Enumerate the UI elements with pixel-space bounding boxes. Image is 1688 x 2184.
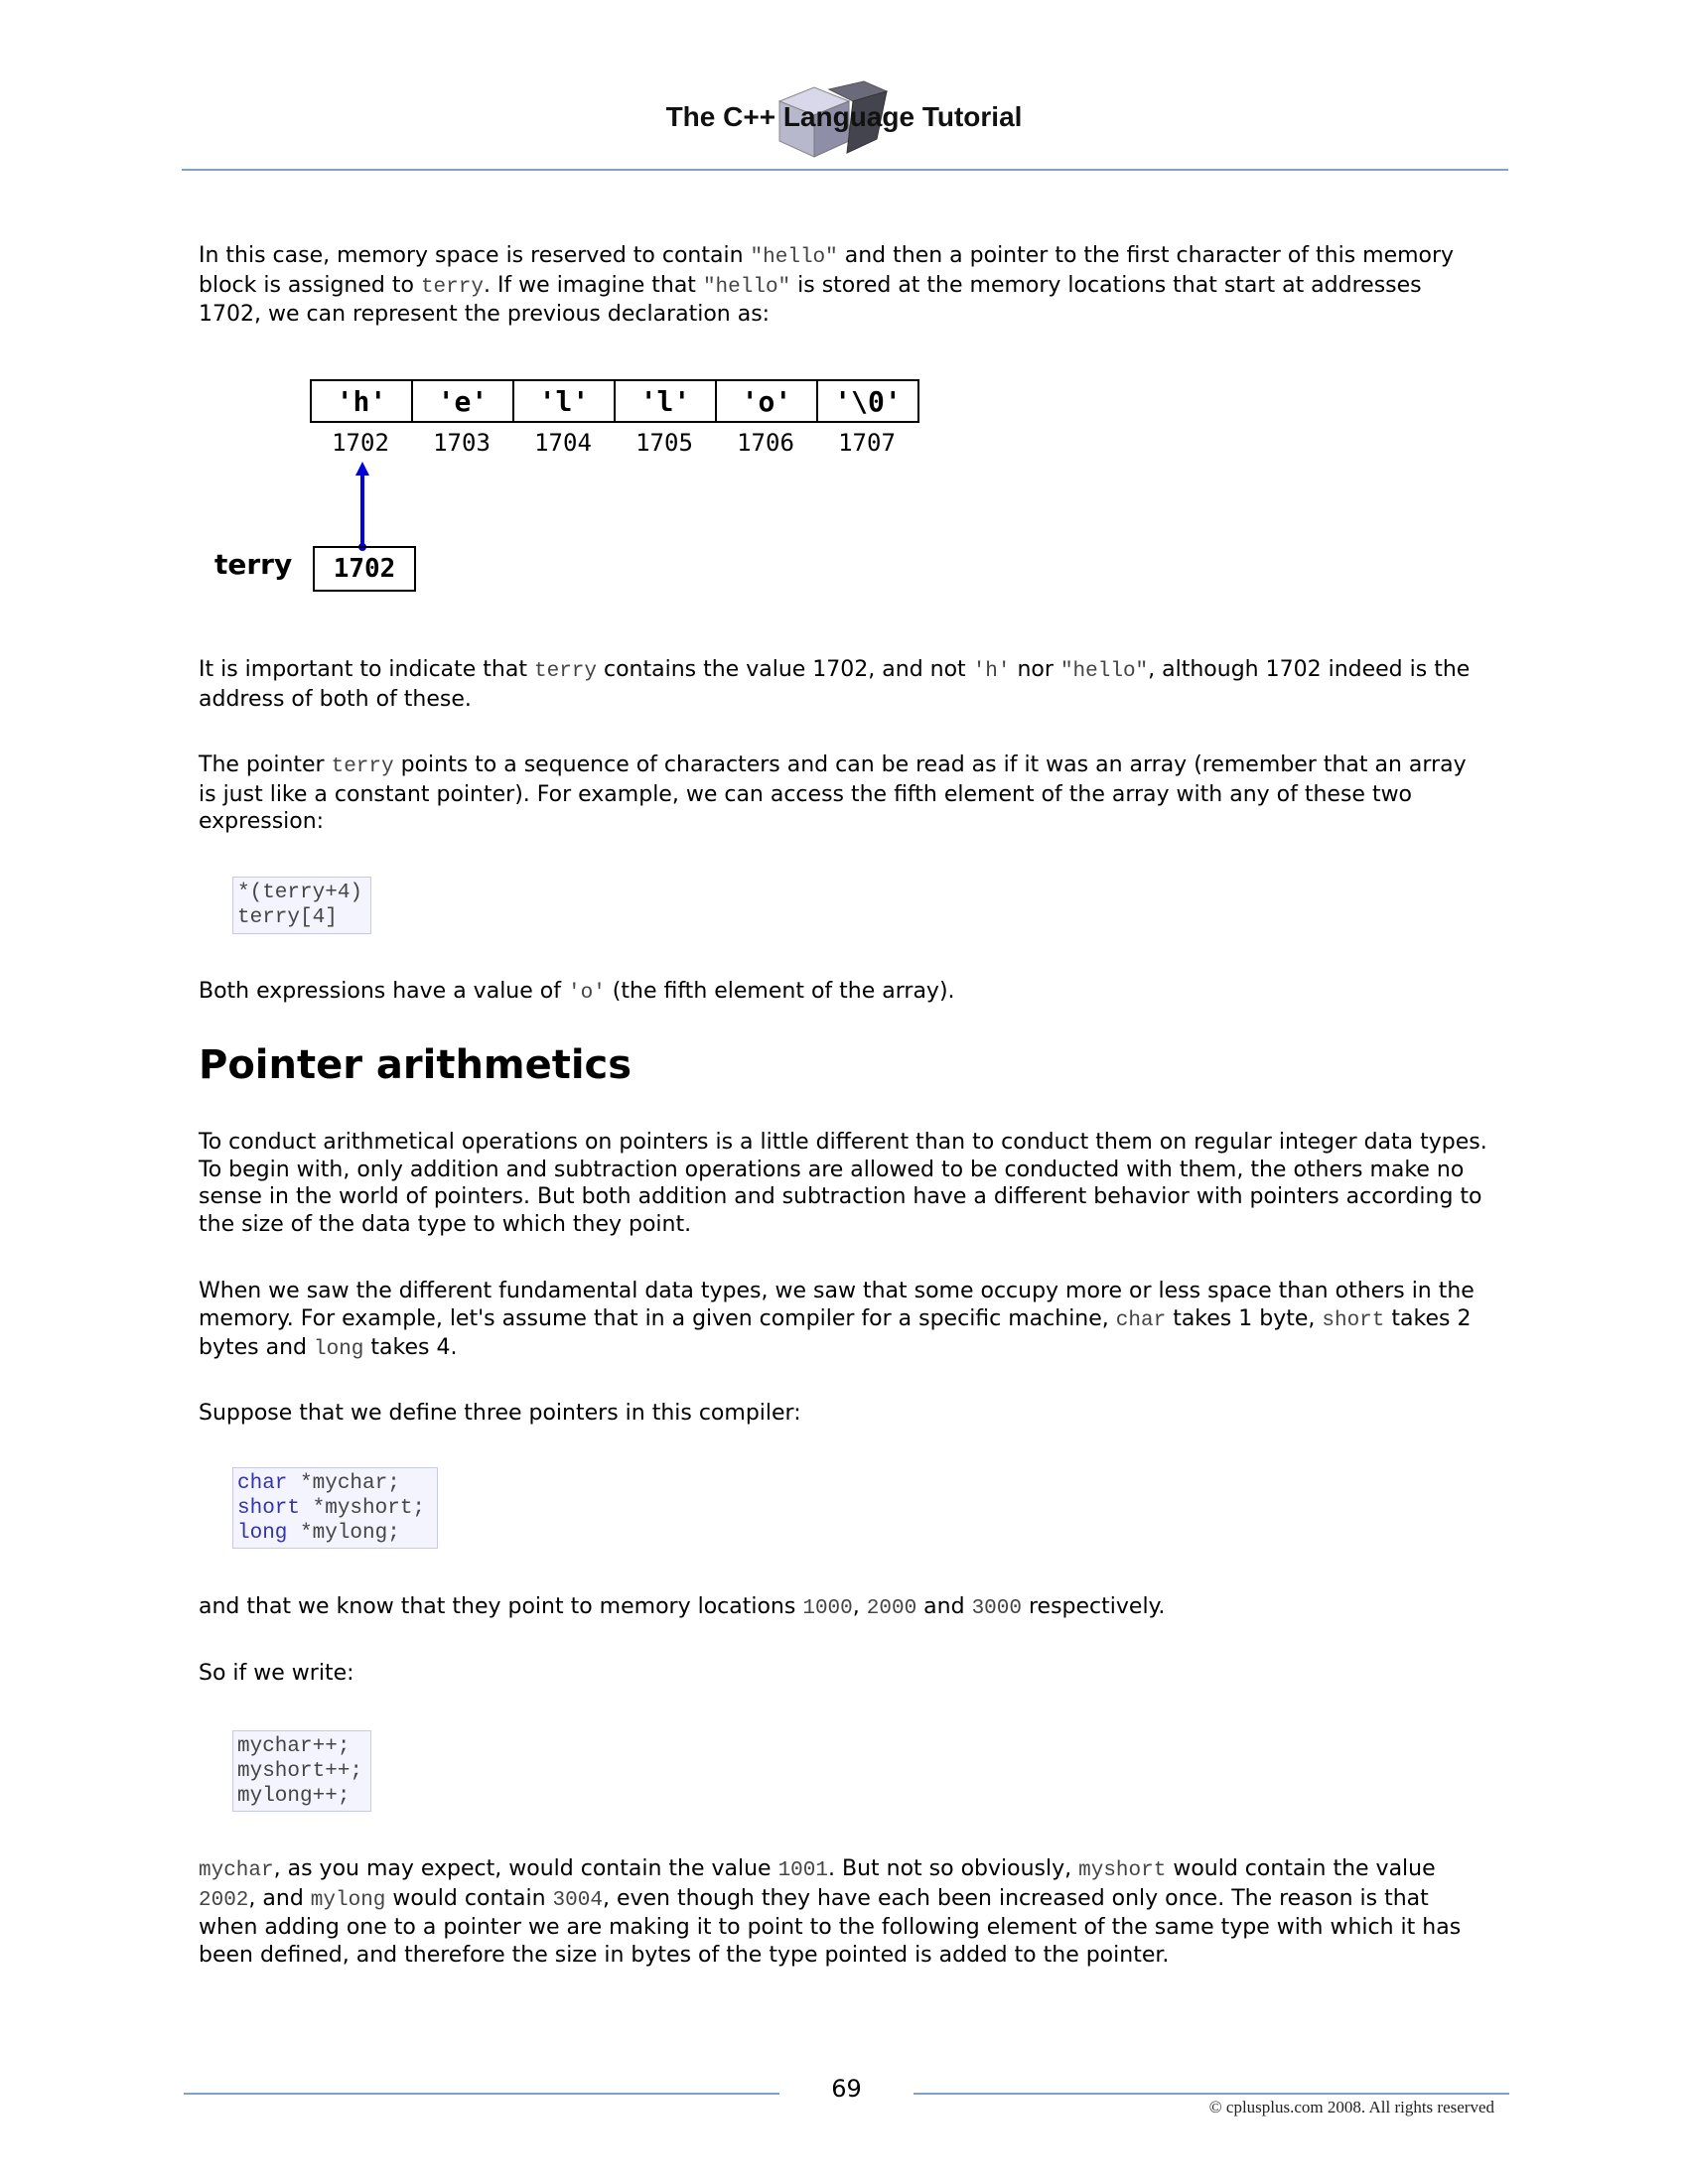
code-line: *(terry+4)	[237, 882, 363, 904]
intro-paragraph: In this case, memory space is reserved t…	[199, 242, 1489, 329]
inline-code: char	[1115, 1308, 1167, 1332]
code-line: mylong++;	[237, 1785, 351, 1808]
inline-code: terry	[420, 275, 484, 299]
pointer-value-box: 1702	[313, 546, 416, 592]
footer-divider	[184, 2093, 779, 2095]
code-text: *myshort;	[300, 1497, 426, 1520]
text-run: takes 1 byte,	[1166, 1305, 1323, 1331]
text-run: . If we imagine that	[483, 272, 703, 298]
code-line: long *mylong;	[237, 1521, 433, 1546]
memory-address: 1705	[635, 429, 693, 457]
inline-code: "hello"	[702, 275, 791, 299]
text-run: Both expressions have a value of	[199, 979, 568, 1004]
paragraph-memory-locations: and that we know that they point to memo…	[199, 1593, 1489, 1623]
inline-code: 1001	[777, 1859, 828, 1882]
code-keyword: short	[237, 1497, 301, 1520]
inline-code: "hello"	[750, 246, 838, 269]
inline-code: 1000	[802, 1597, 853, 1620]
text-run: and that we know that they point to memo…	[199, 1594, 803, 1619]
paragraph-arithmetic-intro: To conduct arithmetical operations on po…	[199, 1130, 1487, 1237]
inline-code: 3004	[552, 1888, 603, 1912]
text-run: respectively.	[1022, 1594, 1166, 1619]
text-run: (the fifth element of the array).	[605, 979, 955, 1004]
code-keyword: char	[237, 1472, 288, 1495]
header-title: The C++ Language Tutorial	[665, 101, 1023, 132]
paragraph-both-expressions: Both expressions have a value of 'o' (th…	[199, 978, 1489, 1008]
code-text: *mylong;	[287, 1522, 400, 1545]
text-run: The pointer	[199, 752, 332, 777]
text-run: , as you may expect, would contain the v…	[273, 1856, 778, 1881]
paragraph-array-access: The pointer terry points to a sequence o…	[199, 751, 1489, 836]
text-run: and	[916, 1594, 972, 1619]
memory-cell: 'l'	[614, 379, 717, 423]
code-keyword: long	[237, 1522, 288, 1545]
inline-code: 'o'	[567, 982, 606, 1005]
inline-code: short	[1322, 1308, 1385, 1332]
memory-address: 1703	[433, 429, 491, 457]
code-block: *(terry+4) terry[4]	[232, 877, 371, 934]
text-run: takes 4.	[363, 1335, 458, 1360]
inline-code: mylong	[310, 1888, 386, 1912]
text-run: . But not so obviously,	[828, 1856, 1079, 1881]
code-line: char *mychar;	[237, 1471, 433, 1496]
pointer-arrow-icon	[355, 462, 369, 551]
paragraph-data-type-sizes: When we saw the different fundamental da…	[199, 1278, 1489, 1364]
text-run: It is important to indicate that	[199, 657, 534, 682]
code-line: terry[4]	[237, 906, 338, 929]
memory-address: 1707	[838, 429, 896, 457]
paragraph-increment-result: mychar, as you may expect, would contain…	[199, 1855, 1489, 1969]
section-heading: Pointer arithmetics	[199, 1042, 633, 1088]
pointer-label: terry	[214, 548, 293, 581]
text-run: ,	[852, 1594, 867, 1619]
code-line: myshort++;	[237, 1760, 363, 1783]
code-line: short *myshort;	[237, 1496, 433, 1521]
memory-cell: 'o'	[715, 379, 818, 423]
text-run: In this case, memory space is reserved t…	[199, 243, 751, 268]
footer-divider	[914, 2093, 1509, 2095]
inline-code: long	[313, 1338, 364, 1361]
memory-address: 1706	[737, 429, 794, 457]
inline-code: 3000	[971, 1597, 1022, 1620]
inline-code: myshort	[1078, 1859, 1167, 1882]
inline-code: mychar	[199, 1859, 274, 1882]
inline-code: terry	[533, 660, 597, 683]
text-run: , and	[248, 1885, 311, 1911]
inline-code: 2000	[866, 1597, 917, 1620]
memory-address: 1702	[332, 429, 389, 457]
text-run: nor	[1010, 657, 1060, 682]
code-block: mychar++; myshort++; mylong++;	[232, 1730, 371, 1812]
inline-code: 'h'	[972, 660, 1011, 683]
code-line: mychar++;	[237, 1735, 351, 1758]
inline-code: "hello"	[1059, 660, 1149, 683]
page-header: The C++ Language Tutorial	[0, 0, 1688, 174]
code-text: *mychar;	[287, 1472, 400, 1495]
memory-cell: 'e'	[411, 379, 514, 423]
text-run: contains the value 1702, and not	[597, 657, 973, 682]
paragraph-if-we-write: So if we write:	[199, 1661, 354, 1686]
copyright-notice: © cplusplus.com 2008. All rights reserve…	[1208, 2098, 1494, 2116]
paragraph-terry-value: It is important to indicate that terry c…	[199, 656, 1489, 713]
paragraph-three-pointers: Suppose that we define three pointers in…	[199, 1401, 801, 1426]
text-run: would contain	[385, 1885, 553, 1911]
inline-code: 2002	[199, 1888, 249, 1912]
memory-cell: '\0'	[816, 379, 919, 423]
memory-cell: 'h'	[310, 379, 413, 423]
text-run: would contain the value	[1166, 1856, 1436, 1881]
inline-code: terry	[331, 755, 394, 778]
memory-cell: 'l'	[512, 379, 616, 423]
memory-diagram: 'h' 'e' 'l' 'l' 'o' '\0' 1702 1703 1704 …	[199, 367, 953, 606]
page-number: 69	[831, 2075, 862, 2103]
memory-address: 1704	[534, 429, 592, 457]
code-block: char *mychar; short *myshort; long *mylo…	[232, 1467, 438, 1549]
